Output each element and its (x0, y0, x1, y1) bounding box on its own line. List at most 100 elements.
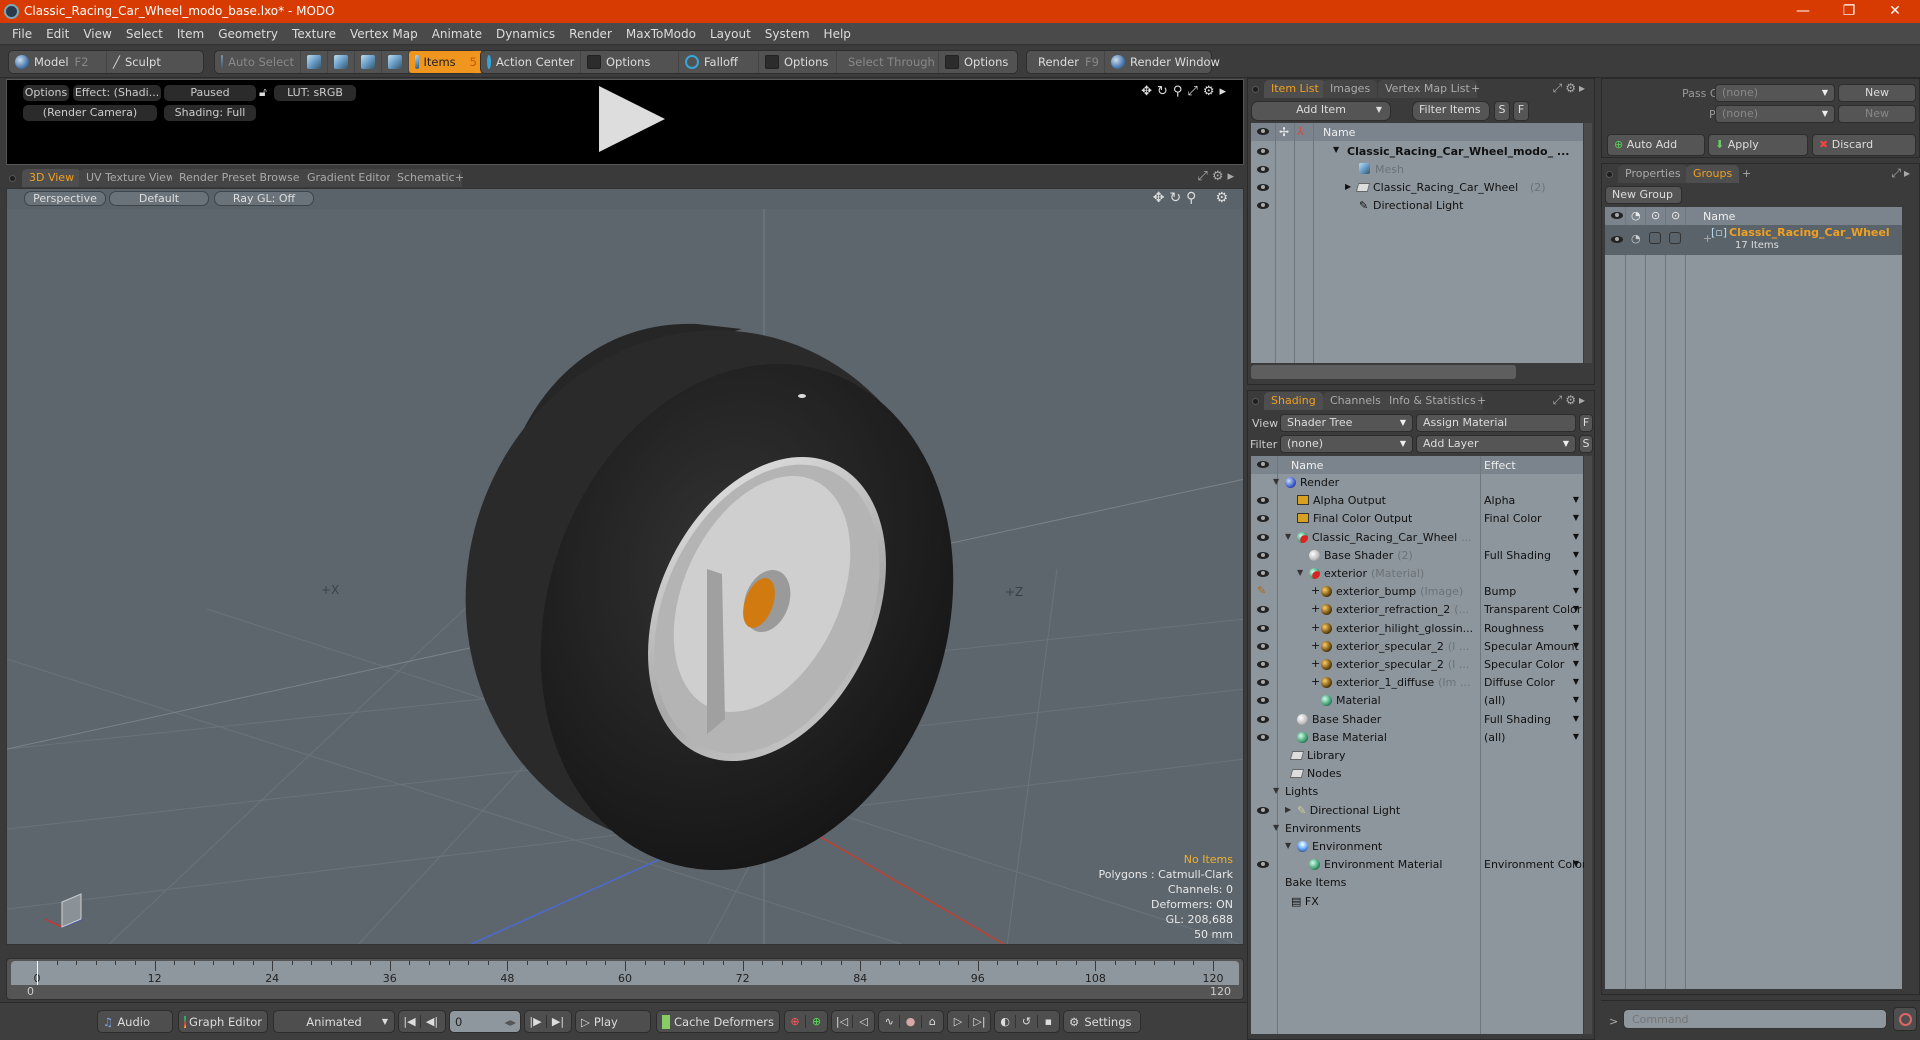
zoom-icon[interactable]: ⚲ (1186, 190, 1201, 206)
menu-view[interactable]: View (76, 23, 118, 45)
add-tab-button[interactable]: + (448, 169, 471, 187)
dropdown-arrow-icon[interactable]: ▼ (1573, 623, 1579, 632)
collapse-arrow-icon[interactable]: ▼ (1285, 841, 1291, 850)
effect-dropdown[interactable]: Environment Color (1484, 858, 1586, 871)
expand-arrow-icon[interactable]: ▶ (1345, 182, 1351, 191)
shader-tree-row[interactable]: ▶ ✎ Directional Light (1251, 802, 1583, 820)
tab-render-preset-browser[interactable]: Render Preset Browser (172, 169, 312, 187)
shader-tree-row[interactable]: ▼ Environment (1251, 838, 1583, 856)
panel-menu-dot[interactable] (9, 175, 16, 182)
shader-tree-row[interactable]: Alpha Output Alpha ▼ (1251, 492, 1583, 510)
brush-icon[interactable]: ✎ (1257, 584, 1266, 597)
shader-tree-row[interactable]: ✎ + exterior_bump (Image) Bump ▼ (1251, 583, 1583, 601)
expand-plus-icon[interactable]: + (1311, 584, 1320, 597)
vertices-mode-button[interactable] (301, 51, 328, 73)
maximize-icon[interactable]: ⤢ (1891, 166, 1904, 180)
gear-icon[interactable]: ⚙ (1212, 169, 1228, 184)
timeline[interactable]: 0 12 24 36 48 60 72 84 96 108 120 0 120 (6, 958, 1244, 1000)
maximize-icon[interactable]: ⤢ (1197, 169, 1211, 184)
effect-dropdown[interactable]: Full Shading (1484, 549, 1551, 562)
model-mode-button[interactable]: Model F2 (9, 51, 107, 73)
collapse-arrow-icon[interactable]: ▼ (1333, 145, 1339, 154)
restore-button[interactable]: ❐ (1826, 0, 1872, 23)
key-channels-icon[interactable]: ⌂ (922, 1015, 943, 1028)
last-key-icon[interactable]: ▷| (969, 1015, 990, 1028)
rotate-icon[interactable]: ↻ (1169, 190, 1186, 206)
tab-3d-view[interactable]: 3D View (22, 169, 82, 187)
assign-material-button[interactable]: Assign Material (1416, 414, 1576, 432)
auto-add-button[interactable]: ⊕ Auto Add (1607, 134, 1705, 156)
expand-plus-icon[interactable]: + (1311, 657, 1320, 670)
record-icon[interactable]: ● (900, 1015, 922, 1028)
expand-arrow-icon[interactable]: ▸ (1579, 81, 1588, 95)
menu-item[interactable]: Item (170, 23, 211, 45)
group-row[interactable]: ◔ + [▫] Classic_Racing_Car_Wheel 17 Item… (1605, 225, 1902, 255)
tab-shading[interactable]: Shading (1264, 392, 1323, 410)
play-button[interactable]: ▷ Play (575, 1010, 651, 1033)
visibility-icon[interactable] (1257, 805, 1269, 815)
visibility-icon[interactable] (1257, 164, 1269, 174)
shader-tree-row[interactable]: ▼ Lights (1251, 783, 1583, 801)
falloff-options-button[interactable]: Options (759, 51, 837, 73)
key-select-icon[interactable]: ▪ (1038, 1015, 1059, 1028)
shader-tree-row[interactable]: Material (all) ▼ (1251, 692, 1583, 710)
expand-arrow-icon[interactable]: ▸ (1219, 84, 1231, 99)
current-frame-input[interactable]: 0 ◂▸ (449, 1010, 521, 1033)
current-frame-marker[interactable] (37, 961, 38, 985)
visibility-icon[interactable] (1257, 641, 1269, 651)
shader-tree-row[interactable]: + exterior_refraction_2 (... Transparent Co… (1251, 601, 1583, 619)
graph-editor-button[interactable]: Graph Editor (178, 1010, 268, 1033)
menu-help[interactable]: Help (817, 23, 858, 45)
render-window-button[interactable]: Render Window (1105, 51, 1226, 73)
materials-mode-button[interactable] (382, 51, 409, 73)
dropdown-arrow-icon[interactable]: ▼ (1573, 513, 1579, 522)
visibility-icon[interactable] (1257, 550, 1269, 560)
shader-tree-row[interactable]: Final Color Output Final Color ▼ (1251, 510, 1583, 528)
render-options-button[interactable]: Options (23, 85, 69, 101)
shader-tree-row[interactable]: Base Shader (2) Full Shading ▼ (1251, 547, 1583, 565)
next-key-icon[interactable]: ▷ (948, 1015, 970, 1028)
previous-key-button[interactable]: ◀| (421, 1015, 443, 1028)
tab-info-statistics[interactable]: Info & Statistics (1382, 392, 1483, 410)
visibility-icon[interactable] (1257, 677, 1269, 687)
new-pass-button[interactable]: New (1838, 105, 1916, 123)
expand-plus-icon[interactable]: + (1311, 621, 1320, 634)
dropdown-arrow-icon[interactable]: ▼ (1573, 641, 1579, 650)
lock-toggle[interactable] (1649, 232, 1661, 244)
effect-dropdown[interactable]: (all) (1484, 694, 1505, 707)
shader-tree-row[interactable]: Nodes (1251, 765, 1583, 783)
expand-plus-icon[interactable]: + (1311, 602, 1320, 615)
shader-tree-row[interactable]: ▼ exterior (Material) ▼ (1251, 565, 1583, 583)
tab-channels[interactable]: Channels (1323, 392, 1388, 410)
raygl-dropdown[interactable]: Ray GL: Off (214, 191, 314, 206)
play-icon[interactable] (599, 86, 665, 152)
add-tab-button[interactable]: + (1470, 392, 1493, 410)
visibility-icon[interactable] (1257, 495, 1269, 505)
visibility-icon[interactable] (1257, 659, 1269, 669)
name-column-header[interactable]: Name (1703, 210, 1735, 223)
go-to-start-button[interactable]: |◀ (399, 1015, 421, 1028)
animated-dropdown[interactable]: Animated ▼ (273, 1010, 395, 1033)
effect-dropdown[interactable]: Alpha (1484, 494, 1515, 507)
key-reset-icon[interactable]: ↺ (1016, 1015, 1038, 1028)
tab-uv-texture-view[interactable]: UV Texture View (79, 169, 182, 187)
collapse-arrow-icon[interactable]: ▼ (1273, 786, 1279, 795)
effect-dropdown[interactable]: Diffuse Color (1484, 676, 1555, 689)
menu-edit[interactable]: Edit (39, 23, 76, 45)
3d-viewport[interactable]: Perspective Default Ray GL: Off ✥↻⚲ ⚙ +X … (6, 188, 1244, 945)
effect-dropdown[interactable]: Specular Color (1484, 658, 1564, 671)
gear-icon[interactable]: ⚙ (1565, 393, 1579, 407)
go-to-end-button[interactable]: ▶| (547, 1015, 569, 1028)
sculpt-mode-button[interactable]: ╱ Sculpt (107, 51, 167, 73)
new-pass-group-button[interactable]: New (1838, 84, 1916, 102)
audio-button[interactable]: ♫ Audio (97, 1010, 173, 1033)
shader-tree-row[interactable]: ▼ Environments (1251, 820, 1583, 838)
select-through-button[interactable]: Select Through (837, 51, 939, 73)
visibility-icon[interactable] (1257, 604, 1269, 614)
vertical-scrollbar[interactable] (1584, 123, 1592, 363)
maximize-icon[interactable]: ⤢ (1553, 393, 1566, 407)
expand-plus-icon[interactable]: + (1311, 675, 1320, 688)
expand-arrow-icon[interactable]: ▸ (1227, 169, 1238, 184)
horizontal-scrollbar[interactable] (1251, 365, 1516, 379)
wheel-model[interactable] (408, 276, 1017, 924)
